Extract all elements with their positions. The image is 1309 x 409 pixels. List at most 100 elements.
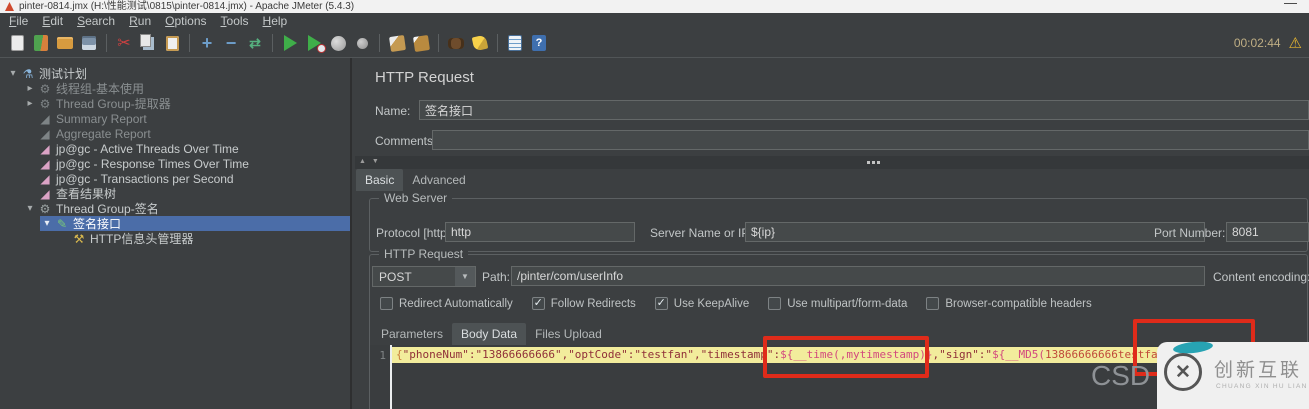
checkbox-checked-icon[interactable]: ✓ bbox=[654, 297, 668, 310]
tree-item-线程组-基本使用[interactable]: ▸ ⚙ 线程组-基本使用 bbox=[23, 81, 350, 97]
chevron-down-icon[interactable]: ▼ bbox=[455, 267, 475, 286]
help-button[interactable]: ? bbox=[529, 33, 549, 53]
tree-item-summary-report[interactable]: ◢ Summary Report bbox=[23, 111, 350, 126]
comments-input[interactable] bbox=[432, 130, 1309, 150]
tab-files-upload[interactable]: Files Upload bbox=[526, 323, 611, 345]
splitter-handle-icon[interactable] bbox=[867, 161, 870, 164]
clear-button[interactable] bbox=[387, 33, 407, 53]
name-input[interactable] bbox=[419, 100, 1309, 120]
expander-closed-icon[interactable]: ▸ bbox=[23, 98, 37, 109]
port-input[interactable] bbox=[1226, 222, 1309, 242]
open-file-icon bbox=[57, 37, 73, 49]
tree-item-测试计划[interactable]: ▾ ⚗ 测试计划 bbox=[6, 66, 350, 82]
toolbar-separator bbox=[272, 34, 273, 52]
menu-tools[interactable]: Tools bbox=[214, 13, 256, 29]
start-button[interactable] bbox=[280, 33, 300, 53]
minimize-button[interactable]: — bbox=[1284, 0, 1297, 10]
copy-button[interactable] bbox=[138, 33, 158, 53]
function-helper-button[interactable] bbox=[505, 33, 525, 53]
menu-options[interactable]: Options bbox=[158, 13, 213, 29]
cut-button[interactable]: ✂ bbox=[114, 33, 134, 53]
checkbox-use-keepalive[interactable]: ✓ Use KeepAlive bbox=[654, 297, 749, 310]
checkbox-follow-redirects[interactable]: ✓ Follow Redirects bbox=[531, 297, 636, 310]
watermark-panel: ✕ 创新互联 CHUANG XIN HU LIAN bbox=[1157, 339, 1309, 409]
start-no-timers-button[interactable] bbox=[304, 33, 326, 53]
search-button[interactable] bbox=[446, 33, 466, 53]
tree-item-jp-gc-active-threads-over-time[interactable]: ◢ jp@gc - Active Threads Over Time bbox=[23, 141, 350, 156]
splitter-collapse-icon[interactable]: ▲ ▼ bbox=[359, 158, 381, 165]
menu-edit[interactable]: Edit bbox=[35, 13, 70, 29]
protocol-label: Protocol [http]: bbox=[376, 226, 454, 240]
menu-file[interactable]: File bbox=[2, 13, 35, 29]
body-segment: { bbox=[396, 348, 403, 361]
tab-body-data[interactable]: Body Data bbox=[452, 323, 527, 345]
splitter-bar[interactable]: ▲ ▼ bbox=[355, 156, 1309, 169]
checkbox-unchecked-icon[interactable] bbox=[926, 297, 940, 310]
start-icon bbox=[283, 35, 297, 51]
watermark-logo-icon: ✕ bbox=[1164, 353, 1202, 391]
tab-basic[interactable]: Basic bbox=[356, 169, 404, 191]
menu-search[interactable]: Search bbox=[70, 13, 122, 29]
tab-parameters[interactable]: Parameters bbox=[372, 323, 452, 345]
method-dropdown[interactable]: POST ▼ bbox=[372, 266, 476, 287]
body-segment: "phoneNum":"13866666666","optCode":"test… bbox=[402, 348, 781, 361]
menu-help[interactable]: Help bbox=[256, 13, 295, 29]
watermark-brand-sub: CHUANG XIN HU LIAN bbox=[1216, 383, 1308, 390]
tree-item-jp-gc-transactions-per-second[interactable]: ◢ jp@gc - Transactions per Second bbox=[23, 171, 350, 186]
path-input[interactable] bbox=[511, 266, 1205, 286]
stop-icon bbox=[330, 35, 346, 51]
name-label: Name: bbox=[375, 104, 411, 118]
tree-item-label: Summary Report bbox=[56, 111, 147, 126]
expander-open-icon[interactable]: ▾ bbox=[40, 218, 54, 229]
protocol-input[interactable] bbox=[445, 222, 635, 242]
open-file-button[interactable] bbox=[55, 33, 75, 53]
templates-button[interactable] bbox=[31, 33, 51, 53]
toggle-button[interactable]: ⇄ bbox=[245, 33, 265, 53]
tree-item-thread-group-提取器[interactable]: ▸ ⚙ Thread Group-提取器 bbox=[23, 96, 350, 112]
tree-item-查看结果树[interactable]: ◢ 查看结果树 bbox=[23, 186, 350, 202]
tree-item-thread-group-签名[interactable]: ▾ ⚙ Thread Group-签名 bbox=[23, 201, 350, 217]
clear-all-button[interactable] bbox=[411, 33, 431, 53]
shutdown-button[interactable] bbox=[352, 33, 372, 53]
copy-icon bbox=[139, 33, 151, 47]
toolbar-separator bbox=[379, 34, 380, 52]
chart-icon: ◢ bbox=[40, 141, 50, 156]
tree-item-label: HTTP信息头管理器 bbox=[90, 232, 194, 246]
server-name-input[interactable] bbox=[745, 222, 1205, 242]
tree-item-label: jp@gc - Response Times Over Time bbox=[56, 156, 249, 171]
tree-item-label: jp@gc - Active Threads Over Time bbox=[56, 141, 239, 156]
sampler-icon: ✎ bbox=[56, 216, 68, 231]
clear-search-button[interactable] bbox=[470, 33, 490, 53]
chart-icon: ◢ bbox=[40, 111, 50, 126]
tree-item-签名接口[interactable]: ▾ ✎ 签名接口 bbox=[40, 216, 350, 231]
toggle-icon: ⇄ bbox=[249, 34, 261, 51]
warning-triangle-icon[interactable]: ⚠ bbox=[1289, 36, 1302, 51]
toolbar-separator bbox=[106, 34, 107, 52]
tree-item-jp-gc-response-times-over-time[interactable]: ◢ jp@gc - Response Times Over Time bbox=[23, 156, 350, 171]
tree-item-aggregate-report[interactable]: ◢ Aggregate Report bbox=[23, 126, 350, 141]
checkbox-unchecked-icon[interactable] bbox=[380, 297, 393, 310]
stop-button[interactable] bbox=[328, 33, 348, 53]
expander-open-icon[interactable]: ▾ bbox=[6, 68, 20, 79]
checkbox-browser-compatible-headers[interactable]: Browser-compatible headers bbox=[926, 297, 1092, 310]
tree-item-http信息头管理器[interactable]: ⚒ HTTP信息头管理器 bbox=[57, 231, 350, 247]
paste-button[interactable] bbox=[162, 33, 182, 53]
tab-advanced[interactable]: Advanced bbox=[403, 169, 474, 191]
wrench-icon: ⚒ bbox=[73, 231, 85, 246]
watermark-brand: 创新互联 bbox=[1214, 360, 1303, 381]
checkbox-label: Use multipart/form-data bbox=[787, 297, 908, 310]
menu-run[interactable]: Run bbox=[122, 13, 158, 29]
comments-label: Comments: bbox=[375, 134, 437, 148]
save-button[interactable] bbox=[79, 33, 99, 53]
checkbox-use-multipart-form-data[interactable]: Use multipart/form-data bbox=[768, 297, 907, 310]
expander-open-icon[interactable]: ▾ bbox=[23, 203, 37, 214]
checkbox-redirect-automatically[interactable]: Redirect Automatically bbox=[380, 297, 513, 310]
checkbox-checked-icon[interactable]: ✓ bbox=[531, 297, 545, 310]
window-title: pinter-0814.jmx (H:\性能测试\0815\pinter-081… bbox=[19, 1, 355, 12]
csdn-watermark-text: CSD bbox=[1091, 360, 1151, 391]
expander-closed-icon[interactable]: ▸ bbox=[23, 83, 37, 94]
add-button[interactable]: + bbox=[197, 33, 217, 53]
checkbox-unchecked-icon[interactable] bbox=[768, 297, 782, 310]
remove-button[interactable]: − bbox=[221, 33, 241, 53]
new-file-button[interactable] bbox=[7, 33, 27, 53]
